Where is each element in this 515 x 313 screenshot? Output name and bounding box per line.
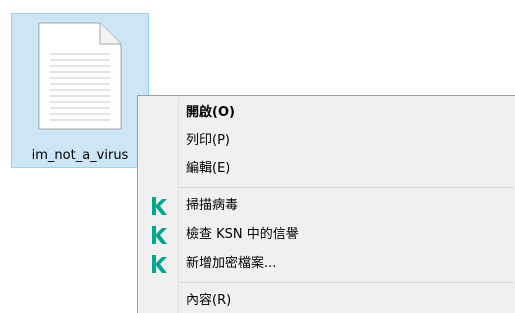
desktop: im_not_a_virus 開啟(O) 列印(P) 編輯(E) 掃描病毒 檢查… [0, 0, 515, 313]
menu-item-print[interactable]: 列印(P) [140, 127, 514, 155]
menu-item-label: 新增加密檔案... [186, 256, 277, 271]
kaspersky-icon [152, 197, 167, 215]
menu-item-label: 編輯(E) [186, 161, 231, 176]
menu-item-label: 檢查 KSN 中的信譽 [186, 227, 299, 242]
file-item[interactable]: im_not_a_virus [11, 13, 149, 168]
menu-item-label: 開啟(O) [186, 105, 235, 120]
file-name-label: im_not_a_virus [31, 148, 129, 163]
menu-item-add-encrypted[interactable]: 新增加密檔案... [140, 250, 514, 278]
context-menu: 開啟(O) 列印(P) 編輯(E) 掃描病毒 檢查 KSN 中的信譽 新增加密檔… [137, 95, 515, 313]
kaspersky-icon [152, 255, 167, 273]
menu-item-label: 內容(R) [186, 293, 232, 308]
menu-separator [180, 282, 514, 283]
menu-item-check-ksn[interactable]: 檢查 KSN 中的信譽 [140, 221, 514, 249]
menu-item-open[interactable]: 開啟(O) [140, 99, 514, 127]
kaspersky-icon [152, 226, 167, 244]
menu-item-label: 掃描病毒 [186, 198, 239, 213]
menu-separator [180, 187, 514, 188]
menu-item-edit[interactable]: 編輯(E) [140, 155, 514, 183]
menu-item-scan-virus[interactable]: 掃描病毒 [140, 192, 514, 220]
document-icon [38, 22, 122, 130]
menu-item-properties[interactable]: 內容(R) [140, 287, 514, 313]
menu-item-label: 列印(P) [186, 133, 230, 148]
